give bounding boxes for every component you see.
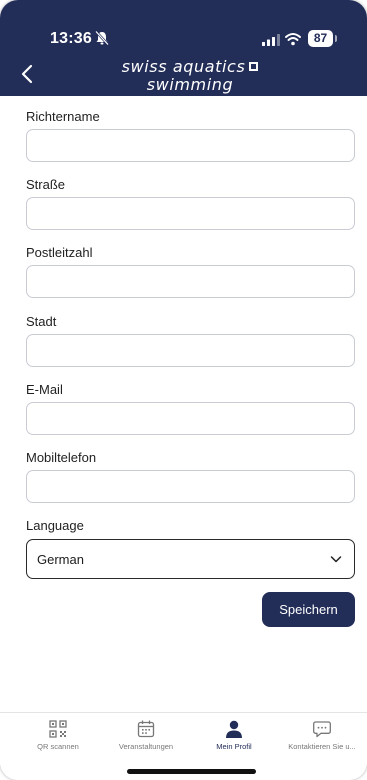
- tab-label: Mein Profil: [216, 742, 252, 751]
- battery-indicator: 87: [308, 30, 333, 47]
- richtername-label: Richtername: [26, 109, 100, 124]
- app-header: 13:36 87 swiss aquatics swimming: [0, 0, 367, 96]
- tab-mein-profil[interactable]: Mein Profil: [188, 719, 280, 759]
- brand-line1: swiss aquatics: [121, 57, 246, 76]
- battery-tip: [335, 35, 337, 42]
- tab-kontakt[interactable]: Kontaktieren Sie u...: [276, 719, 367, 759]
- email-label: E-Mail: [26, 382, 63, 397]
- strasse-label: Straße: [26, 177, 66, 192]
- mobiltelefon-input[interactable]: [26, 470, 355, 503]
- stadt-input[interactable]: [26, 334, 355, 367]
- tab-label: Veranstaltungen: [118, 742, 174, 751]
- signal-icon: [262, 34, 280, 46]
- bell-muted-icon: [95, 30, 109, 46]
- language-selected-value: German: [37, 552, 84, 567]
- save-button[interactable]: Speichern: [262, 592, 355, 627]
- tab-label: QR scannen: [37, 742, 79, 751]
- stadt-label: Stadt: [26, 314, 57, 329]
- postleitzahl-input[interactable]: [26, 265, 355, 298]
- chevron-down-icon: [330, 556, 342, 563]
- home-indicator: [127, 769, 256, 774]
- back-arrow-icon[interactable]: [20, 64, 34, 84]
- postleitzahl-label: Postleitzahl: [26, 245, 93, 260]
- qr-code-icon: [49, 720, 67, 738]
- language-select[interactable]: German: [26, 539, 355, 579]
- brand-line2: swimming: [146, 75, 234, 94]
- phone-screen: 13:36 87 swiss aquatics swimming Richter…: [0, 0, 367, 780]
- swiss-flag-icon: [249, 62, 259, 71]
- richtername-input[interactable]: [26, 129, 355, 162]
- wifi-icon: [285, 33, 301, 46]
- tab-veranstaltungen[interactable]: Veranstaltungen: [100, 719, 192, 759]
- brand-logo: swiss aquatics swimming: [110, 58, 270, 94]
- strasse-input[interactable]: [26, 197, 355, 230]
- status-time: 13:36: [50, 30, 92, 47]
- calendar-icon: [137, 720, 155, 738]
- tab-qr-scannen[interactable]: QR scannen: [12, 719, 104, 759]
- chat-icon: [313, 721, 331, 738]
- person-icon: [226, 720, 242, 738]
- language-label: Language: [26, 518, 84, 533]
- email-input[interactable]: [26, 402, 355, 435]
- tab-label: Kontaktieren Sie u...: [288, 742, 356, 751]
- mobiltelefon-label: Mobiltelefon: [26, 450, 97, 465]
